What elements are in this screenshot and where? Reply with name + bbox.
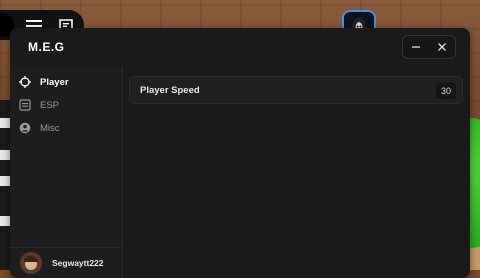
setting-label: Player Speed xyxy=(140,84,200,96)
minimize-button[interactable] xyxy=(403,36,429,58)
sidebar-item-label: Misc xyxy=(40,122,60,134)
sidebar-item-player[interactable]: Player xyxy=(18,72,114,92)
sidebar-item-label: Player xyxy=(40,76,69,88)
avatar xyxy=(20,252,42,274)
username: Segwaytt222 xyxy=(52,258,104,268)
user-profile-bar: Segwaytt222 xyxy=(10,247,122,278)
sidebar: Player ESP Misc Segwaytt222 xyxy=(10,66,123,278)
main-window: M.E.G Player ESP Misc Segwaytt222 Player… xyxy=(10,28,470,278)
app-title: M.E.G xyxy=(28,40,65,54)
player-speed-setting: Player Speed 30 xyxy=(129,76,463,104)
title-bar: M.E.G xyxy=(10,28,470,66)
content-panel: Player Speed 30 xyxy=(123,66,470,278)
sidebar-item-esp[interactable]: ESP xyxy=(18,95,114,115)
window-controls xyxy=(402,35,456,59)
sidebar-item-label: ESP xyxy=(40,99,60,111)
list-icon xyxy=(18,98,32,112)
close-icon xyxy=(438,43,446,51)
player-speed-input[interactable]: 30 xyxy=(436,83,456,99)
sidebar-item-misc[interactable]: Misc xyxy=(18,118,114,138)
crosshair-icon xyxy=(18,75,32,89)
close-button[interactable] xyxy=(429,36,455,58)
minimize-icon xyxy=(412,46,420,48)
user-circle-icon xyxy=(18,121,32,135)
